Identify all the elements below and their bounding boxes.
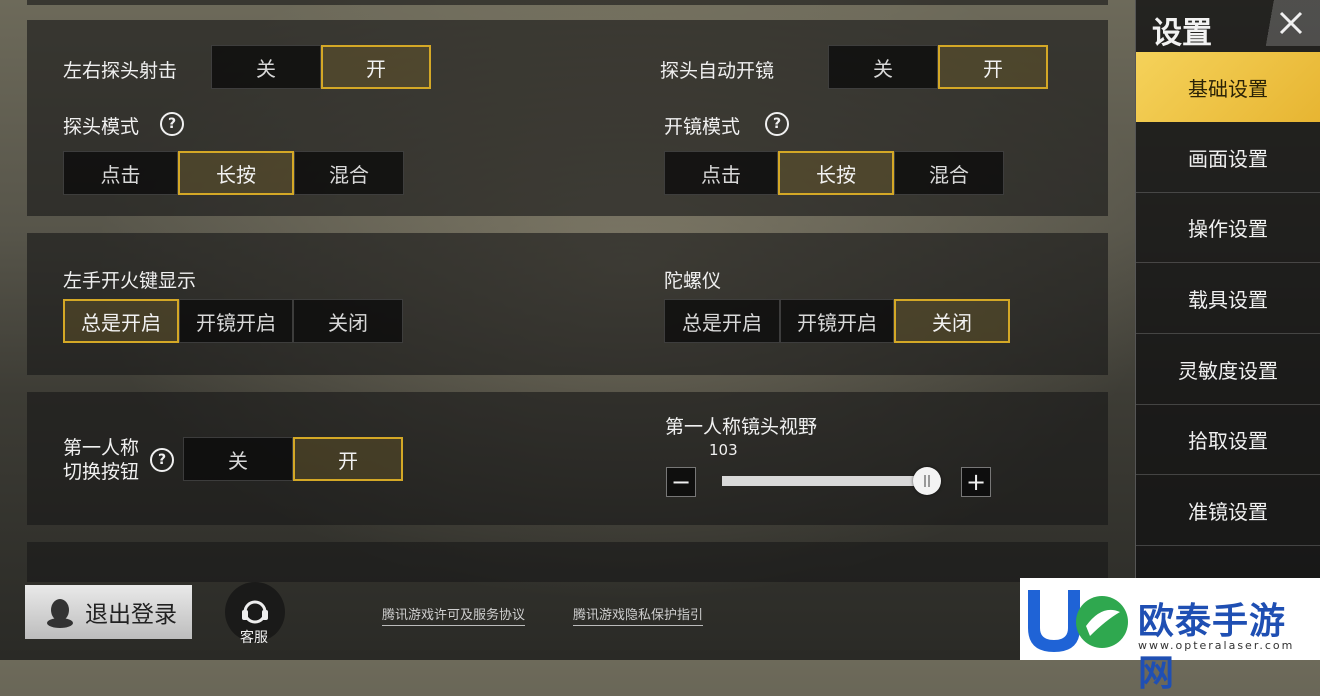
fov-increase-button[interactable]: + [961,467,991,497]
help-icon[interactable]: ? [765,112,789,136]
fpp-fov-value: 103 [709,441,738,459]
watermark-url: www.opteralaser.com [1138,639,1295,652]
sidebar-item-crosshair[interactable]: 准镜设置 [1136,475,1320,546]
brand-logo-icon [1028,590,1128,652]
fpp-toggle-label-line2: 切换按钮 [63,461,140,483]
fov-decrease-button[interactable]: − [666,467,696,497]
lean-mode-selector: 点击 长按 混合 [63,151,404,195]
privacy-link[interactable]: 腾讯游戏隐私保护指引 [573,604,704,626]
scope-mode-selector: 点击 长按 混合 [664,151,1004,195]
fpp-fov-label: 第一人称镜头视野 [665,416,818,438]
sidebar-item-vehicle[interactable]: 载具设置 [1136,263,1320,334]
sidebar-item-controls[interactable]: 操作设置 [1136,192,1320,263]
license-link[interactable]: 腾讯游戏许可及服务协议 [382,604,526,626]
gyroscope-label: 陀螺仪 [664,270,722,292]
headset-icon [242,600,268,624]
customer-service-label: 客服 [240,630,268,646]
settings-title: 设置 [1152,16,1212,51]
penguin-icon [47,599,73,628]
fpp-toggle-label: 第一人称 切换按钮 [63,436,139,484]
lean-auto-scope-label: 探头自动开镜 [660,60,775,82]
gyro-scoped[interactable]: 开镜开启 [780,299,894,343]
fpp-toggle: 关 开 [183,437,403,481]
fpp-toggle-off[interactable]: 关 [183,437,293,481]
fpp-toggle-label-line1: 第一人称 [63,437,140,459]
panel-top-strip [27,0,1108,5]
sidebar-item-pickup[interactable]: 拾取设置 [1136,404,1320,475]
scope-mode-label: 开镜模式 [664,116,741,138]
left-fire-always[interactable]: 总是开启 [63,299,179,343]
fov-slider-track[interactable] [722,476,938,486]
lean-fire-off[interactable]: 关 [211,45,321,89]
sidebar-item-graphics[interactable]: 画面设置 [1136,122,1320,193]
lean-mode-label: 探头模式 [63,116,140,138]
gyro-off[interactable]: 关闭 [894,299,1010,343]
lean-auto-scope-on[interactable]: 开 [938,45,1048,89]
lean-mode-hold[interactable]: 长按 [178,151,294,195]
lean-auto-scope-toggle: 关 开 [828,45,1048,89]
lean-auto-scope-off[interactable]: 关 [828,45,938,89]
help-icon[interactable]: ? [150,448,174,472]
gyro-always[interactable]: 总是开启 [664,299,780,343]
logout-label: 退出登录 [85,602,177,628]
help-icon[interactable]: ? [160,112,184,136]
lean-fire-label: 左右探头射击 [63,60,178,82]
lean-fire-toggle: 关 开 [211,45,431,89]
site-watermark: 欧泰手游网 www.opteralaser.com [1020,578,1320,694]
scope-mode-tap[interactable]: 点击 [664,151,778,195]
gyroscope-selector: 总是开启 开镜开启 关闭 [664,299,1010,343]
lean-mode-tap[interactable]: 点击 [63,151,178,195]
scope-mode-hold[interactable]: 长按 [778,151,894,195]
close-button[interactable] [1262,0,1320,46]
fpp-toggle-on[interactable]: 开 [293,437,403,481]
left-fire-scoped[interactable]: 开镜开启 [179,299,293,343]
sidebar-item-basic[interactable]: 基础设置 [1136,52,1320,122]
scope-mode-mixed[interactable]: 混合 [894,151,1004,195]
lean-fire-on[interactable]: 开 [321,45,431,89]
panel-next-partial [27,542,1108,582]
lean-mode-mixed[interactable]: 混合 [294,151,404,195]
left-fire-display-label: 左手开火键显示 [63,270,197,292]
left-fire-off[interactable]: 关闭 [293,299,403,343]
logout-button[interactable]: 退出登录 [25,585,192,639]
left-fire-display-selector: 总是开启 开镜开启 关闭 [63,299,403,343]
sidebar-item-sensitivity[interactable]: 灵敏度设置 [1136,334,1320,405]
fov-slider-thumb[interactable] [913,467,942,495]
close-icon [1279,11,1303,35]
